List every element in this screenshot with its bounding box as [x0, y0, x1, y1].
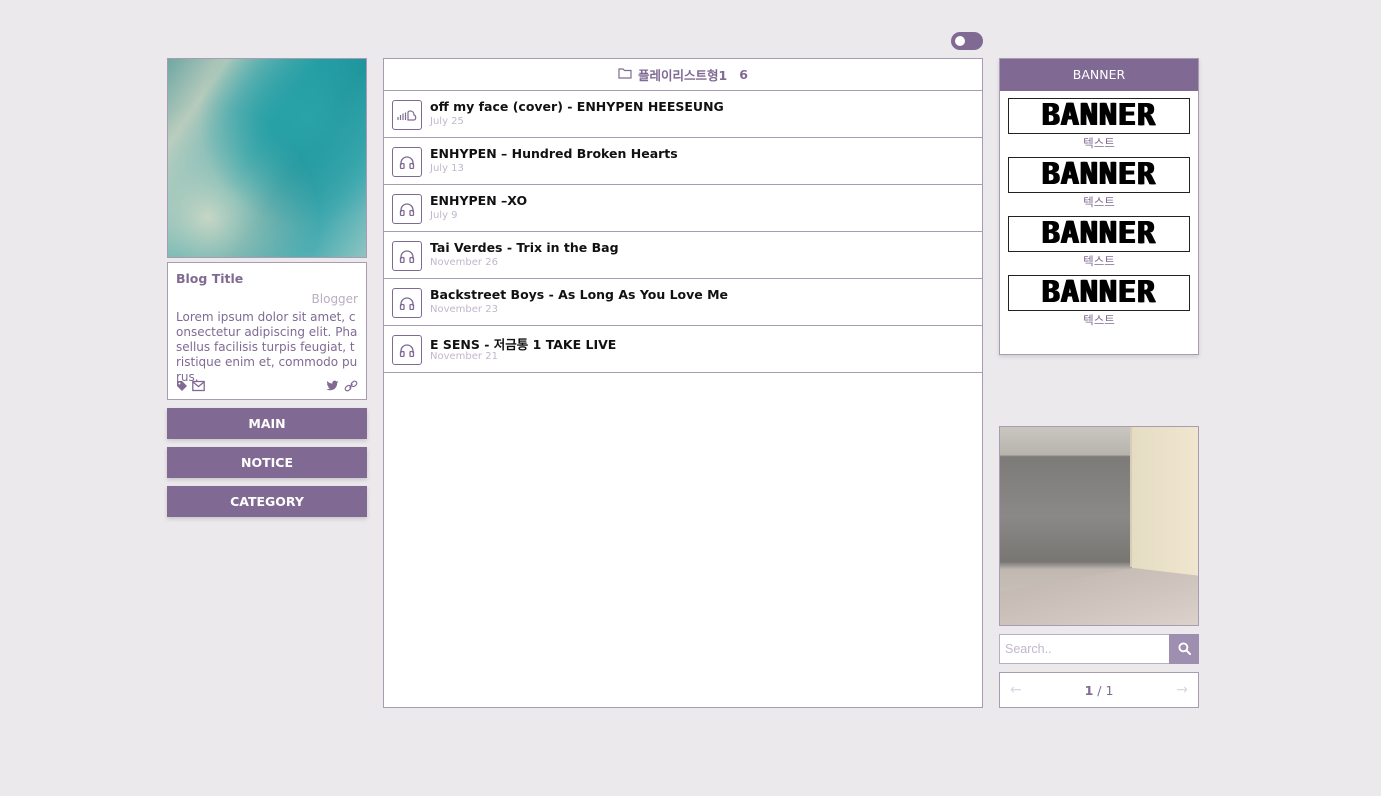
banner-item[interactable]: BANNER 텍스트 [1008, 98, 1190, 150]
left-sidebar: Blog Title Blogger Lorem ipsum dolor sit… [167, 58, 367, 517]
theme-toggle[interactable] [951, 32, 983, 50]
profile-card: Blog Title Blogger Lorem ipsum dolor sit… [167, 262, 367, 400]
playlist-item[interactable]: off my face (cover) - ENHYPEN HEESEUNG J… [384, 91, 982, 138]
profile-image [167, 58, 367, 258]
track-date: November 21 [430, 351, 498, 362]
current-page: 1 [1084, 682, 1094, 698]
track-date: November 26 [430, 257, 498, 268]
track-title: ENHYPEN – Hundred Broken Hearts [430, 146, 678, 161]
banner-item[interactable]: BANNER 텍스트 [1008, 275, 1190, 327]
page-indicator: 1 / 1 [1085, 683, 1114, 698]
nav-notice-button[interactable]: NOTICE [167, 447, 367, 478]
blog-title[interactable]: Blog Title [176, 271, 358, 286]
banner-caption[interactable]: 텍스트 [1008, 136, 1190, 150]
track-date: July 25 [430, 116, 464, 127]
track-date: July 9 [430, 210, 458, 221]
banner-image[interactable]: BANNER [1008, 275, 1190, 311]
search-button[interactable] [1169, 634, 1199, 664]
banner-item[interactable]: BANNER 텍스트 [1008, 216, 1190, 268]
banner-item[interactable]: BANNER 텍스트 [1008, 157, 1190, 209]
banner-image[interactable]: BANNER [1008, 98, 1190, 134]
total-pages: 1 [1105, 682, 1114, 698]
search-form [999, 634, 1199, 664]
right-sidebar: BANNER BANNER 텍스트 BANNER 텍스트 BANNER 텍스트 … [999, 58, 1199, 708]
track-date: November 23 [430, 304, 498, 315]
link-icon[interactable] [344, 377, 358, 392]
mail-icon[interactable] [192, 377, 206, 392]
banner-caption[interactable]: 텍스트 [1008, 195, 1190, 209]
track-date: July 13 [430, 163, 464, 174]
banner-caption[interactable]: 텍스트 [1008, 254, 1190, 268]
playlist-panel: 플레이리스트형1 6 off my face (cover) - ENHYPEN… [383, 58, 983, 708]
next-page-button[interactable]: → [1176, 682, 1188, 698]
prev-page-button[interactable]: ← [1010, 682, 1022, 698]
headphones-icon [392, 335, 422, 365]
playlist-list: off my face (cover) - ENHYPEN HEESEUNG J… [384, 91, 982, 373]
playlist-title[interactable]: 플레이리스트형1 [638, 65, 727, 84]
profile-icons [176, 377, 358, 392]
track-title: ENHYPEN –XO [430, 193, 528, 208]
playlist-header: 플레이리스트형1 6 [384, 59, 982, 91]
search-icon [1177, 640, 1191, 659]
page-separator: / [1097, 682, 1102, 698]
banner-image[interactable]: BANNER [1008, 216, 1190, 252]
nav-category-button[interactable]: CATEGORY [167, 486, 367, 517]
twitter-icon[interactable] [326, 377, 340, 391]
toggle-knob [955, 36, 965, 46]
track-title: off my face (cover) - ENHYPEN HEESEUNG [430, 99, 724, 114]
headphones-icon [392, 241, 422, 271]
banner-image[interactable]: BANNER [1008, 157, 1190, 193]
track-title: Backstreet Boys - As Long As You Love Me [430, 287, 729, 302]
playlist-item[interactable]: ENHYPEN – Hundred Broken Hearts July 13 [384, 138, 982, 185]
playlist-count: 6 [739, 67, 748, 82]
banner-widget: BANNER BANNER 텍스트 BANNER 텍스트 BANNER 텍스트 … [999, 58, 1199, 355]
banner-caption[interactable]: 텍스트 [1008, 313, 1190, 327]
folder-icon [618, 67, 632, 82]
blogger-name: Blogger [311, 292, 358, 306]
search-input[interactable] [999, 634, 1169, 664]
playlist-item[interactable]: Backstreet Boys - As Long As You Love Me… [384, 279, 982, 326]
headphones-icon [392, 194, 422, 224]
playlist-item[interactable]: ENHYPEN –XO July 9 [384, 185, 982, 232]
track-title: Tai Verdes - Trix in the Bag [430, 240, 619, 255]
blog-description: Lorem ipsum dolor sit amet, consectetur … [176, 310, 358, 384]
sidebar-photo [999, 426, 1199, 626]
headphones-icon [392, 288, 422, 318]
playlist-item[interactable]: Tai Verdes - Trix in the Bag November 26 [384, 232, 982, 279]
soundcloud-icon [392, 100, 422, 130]
tag-icon[interactable] [176, 377, 190, 391]
nav-main-button[interactable]: MAIN [167, 408, 367, 439]
playlist-item[interactable]: E SENS - 저금통 1 TAKE LIVE November 21 [384, 326, 982, 373]
pagination: ← 1 / 1 → [999, 672, 1199, 708]
banner-header: BANNER [1000, 59, 1198, 91]
headphones-icon [392, 147, 422, 177]
